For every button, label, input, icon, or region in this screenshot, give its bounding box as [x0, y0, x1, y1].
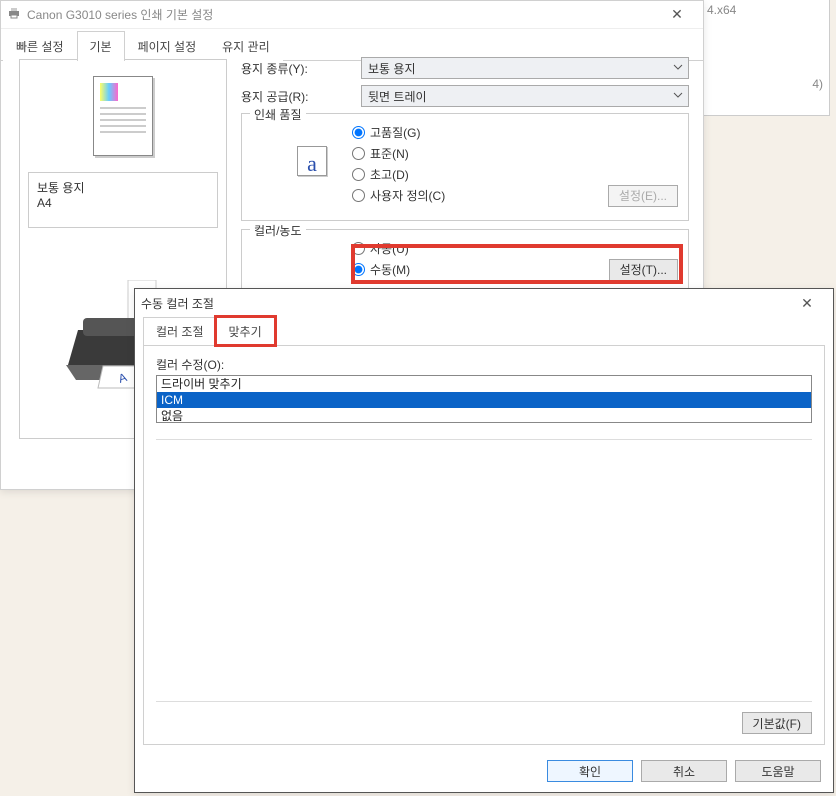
tab-color-adjust[interactable]: 컬러 조절 [143, 317, 216, 345]
option-none[interactable]: 없음 [157, 408, 811, 423]
printer-icon [7, 6, 21, 23]
chevron-down-icon [672, 89, 684, 101]
paper-info-box: 보통 용지 A4 [28, 172, 218, 228]
quality-high-label: 고품질(G) [370, 124, 420, 141]
quality-custom-radio[interactable] [352, 189, 365, 202]
quality-high-radio[interactable] [352, 126, 365, 139]
option-icm[interactable]: ICM [157, 392, 811, 408]
manual-color-titlebar: 수동 컬러 조절 ✕ [135, 289, 833, 317]
page-thumbnail [93, 76, 153, 156]
quality-draft-label: 초고(D) [370, 166, 409, 183]
color-manual-label: 수동(M) [370, 261, 410, 278]
dialog-button-row: 확인 취소 도움말 [547, 760, 821, 782]
color-correction-listbox[interactable]: 드라이버 맞추기 ICM 없음 [156, 375, 812, 423]
print-prefs-title: Canon G3010 series 인쇄 기본 설정 [27, 6, 657, 23]
tab-page-setup[interactable]: 페이지 설정 [125, 31, 210, 61]
defaults-button[interactable]: 기본값(F) [742, 712, 812, 734]
color-intensity-legend: 컬러/농도 [250, 222, 306, 239]
media-type-label: 용지 종류(Y): [241, 60, 361, 77]
close-icon[interactable]: ✕ [787, 295, 827, 312]
help-button[interactable]: 도움말 [735, 760, 821, 782]
print-quality-legend: 인쇄 품질 [250, 106, 306, 123]
quality-standard-radio[interactable] [352, 147, 365, 160]
color-intensity-group: 컬러/농도 자동(U) 수동(M) 설정(T)... [241, 229, 689, 289]
media-type-select[interactable]: 보통 용지 [361, 57, 689, 79]
manual-color-dialog: 수동 컬러 조절 ✕ 컬러 조절 맞추기 컬러 수정(O): 드라이버 맞추기 … [134, 288, 834, 793]
tab-quick-setup[interactable]: 빠른 설정 [3, 31, 77, 61]
close-icon[interactable]: ✕ [657, 6, 697, 23]
quality-settings-button: 설정(E)... [608, 185, 678, 207]
paper-source-label: 용지 공급(R): [241, 88, 361, 105]
print-prefs-titlebar: Canon G3010 series 인쇄 기본 설정 ✕ [1, 1, 703, 29]
print-quality-group: 인쇄 품질 a 고품질(G) 표준(N) 초고(D) 사용자 정의(C) 설정(… [241, 113, 689, 221]
quality-draft-radio[interactable] [352, 168, 365, 181]
color-manual-radio[interactable] [352, 263, 365, 276]
preview-media: 보통 용지 [37, 179, 209, 196]
ok-button[interactable]: 확인 [547, 760, 633, 782]
paper-source-select[interactable]: 뒷면 트레이 [361, 85, 689, 107]
chevron-down-icon [672, 61, 684, 73]
bg-version-text: 4.x64 [707, 3, 736, 17]
color-correction-label: 컬러 수정(O): [156, 356, 812, 373]
quality-custom-label: 사용자 정의(C) [370, 187, 445, 204]
tab-matching[interactable]: 맞추기 [216, 317, 275, 345]
manual-color-title: 수동 컬러 조절 [141, 295, 787, 312]
separator [156, 439, 812, 440]
letter-a-icon: a [297, 146, 327, 176]
color-auto-radio[interactable] [352, 242, 365, 255]
option-driver-matching[interactable]: 드라이버 맞추기 [157, 376, 811, 392]
cancel-button[interactable]: 취소 [641, 760, 727, 782]
media-type-value: 보통 용지 [368, 60, 416, 77]
tab-main[interactable]: 기본 [77, 31, 125, 61]
color-auto-label: 자동(U) [370, 240, 409, 257]
quality-standard-label: 표준(N) [370, 145, 409, 162]
preview-size: A4 [37, 196, 209, 210]
paper-source-value: 뒷면 트레이 [368, 88, 427, 105]
manual-color-tabs: 컬러 조절 맞추기 [135, 317, 833, 345]
matching-tab-body: 컬러 수정(O): 드라이버 맞추기 ICM 없음 기본값(F) [143, 345, 825, 745]
color-settings-button[interactable]: 설정(T)... [609, 259, 678, 281]
